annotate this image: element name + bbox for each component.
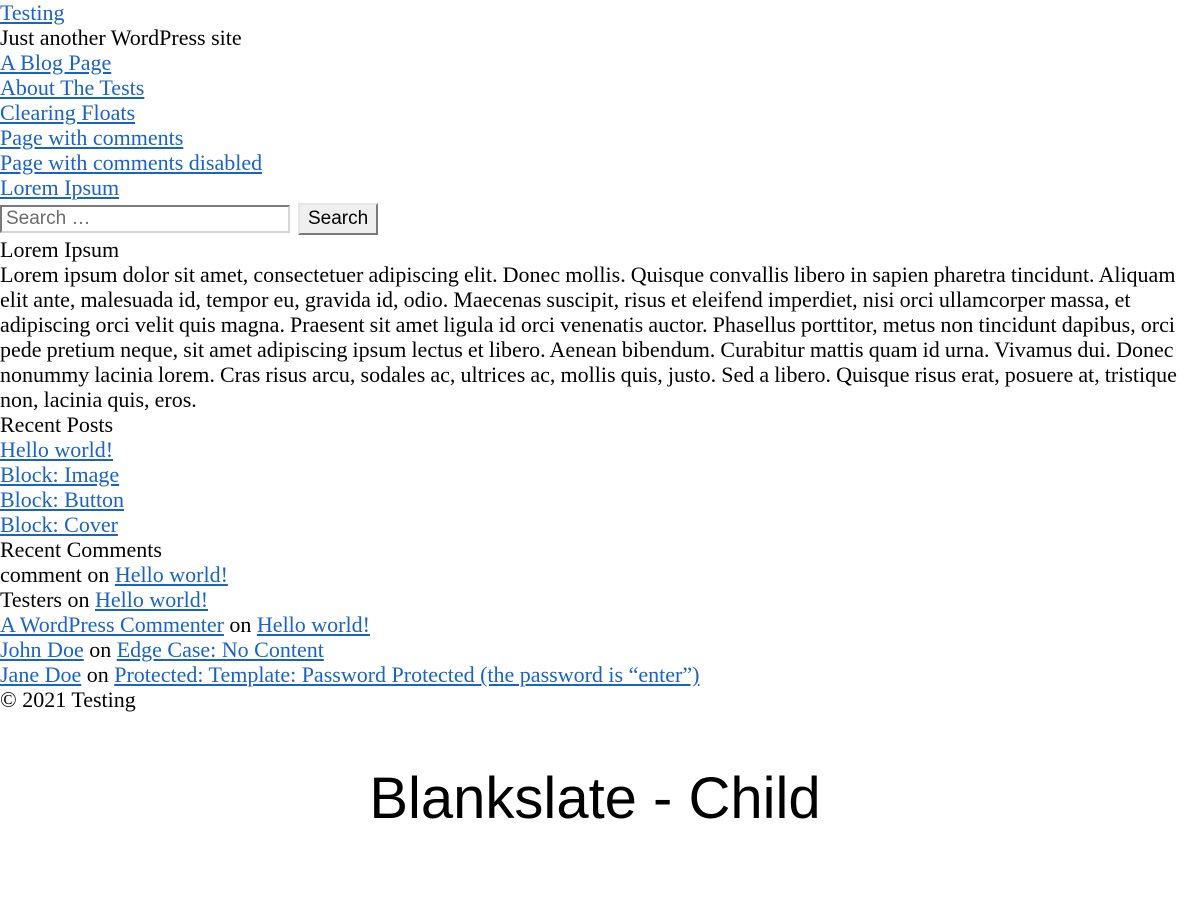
recent-post-link[interactable]: Block: Button bbox=[0, 487, 1200, 512]
comment-author-link[interactable]: John Doe bbox=[0, 637, 84, 662]
search-button[interactable]: Search bbox=[298, 203, 379, 235]
recent-post-link[interactable]: Hello world! bbox=[0, 437, 1200, 462]
comment-connector: on bbox=[86, 662, 109, 687]
page: Testing Just another WordPress site A Bl… bbox=[0, 0, 1200, 831]
recent-comments-widget: Recent Comments comment on Hello world! … bbox=[0, 537, 1200, 687]
footer-copyright: © 2021 Testing bbox=[0, 687, 136, 712]
nav-item-lorem-ipsum[interactable]: Lorem Ipsum bbox=[0, 175, 1200, 200]
comment-author: comment bbox=[0, 562, 82, 587]
site-title-link[interactable]: Testing bbox=[0, 0, 1200, 25]
nav-item-page-with-comments-disabled[interactable]: Page with comments disabled bbox=[0, 150, 1200, 175]
main-nav: A Blog Page About The Tests Clearing Flo… bbox=[0, 50, 1200, 200]
nav-item-page-with-comments[interactable]: Page with comments bbox=[0, 125, 1200, 150]
recent-comment-item: comment on Hello world! bbox=[0, 562, 1200, 587]
theme-label: Blankslate - Child bbox=[369, 766, 821, 831]
recent-posts-title: Recent Posts bbox=[0, 412, 114, 437]
site-tagline: Just another WordPress site bbox=[0, 25, 242, 50]
comment-post-link[interactable]: Edge Case: No Content bbox=[117, 637, 324, 662]
recent-posts-widget: Recent Posts Hello world! Block: Image B… bbox=[0, 412, 1200, 537]
nav-item-blog-page[interactable]: A Blog Page bbox=[0, 50, 1200, 75]
comment-post-link[interactable]: Hello world! bbox=[95, 587, 208, 612]
text-widget-title: Lorem Ipsum bbox=[0, 237, 120, 262]
comment-connector: on bbox=[229, 612, 252, 637]
text-widget: Lorem Ipsum Lorem ipsum dolor sit amet, … bbox=[0, 237, 1200, 412]
comment-connector: on bbox=[87, 562, 110, 587]
recent-post-link[interactable]: Block: Cover bbox=[0, 512, 1200, 537]
recent-comments-title: Recent Comments bbox=[0, 537, 162, 562]
site-footer: © 2021 Testing bbox=[0, 687, 1200, 712]
recent-comment-item: Testers on Hello world! bbox=[0, 587, 1200, 612]
comment-connector: on bbox=[89, 637, 112, 662]
nav-item-clearing-floats[interactable]: Clearing Floats bbox=[0, 100, 1200, 125]
search-input[interactable] bbox=[0, 205, 290, 233]
recent-post-link[interactable]: Block: Image bbox=[0, 462, 1200, 487]
comment-post-link[interactable]: Protected: Template: Password Protected … bbox=[114, 662, 699, 687]
search-form: Search bbox=[0, 201, 1200, 237]
comment-author-link[interactable]: A WordPress Commenter bbox=[0, 612, 224, 637]
recent-comment-item: John Doe on Edge Case: No Content bbox=[0, 637, 1200, 662]
comment-post-link[interactable]: Hello world! bbox=[257, 612, 370, 637]
recent-comment-item: Jane Doe on Protected: Template: Passwor… bbox=[0, 662, 1200, 687]
comment-post-link[interactable]: Hello world! bbox=[115, 562, 228, 587]
recent-comment-item: A WordPress Commenter on Hello world! bbox=[0, 612, 1200, 637]
nav-item-about-the-tests[interactable]: About The Tests bbox=[0, 75, 1200, 100]
comment-author-link[interactable]: Jane Doe bbox=[0, 662, 81, 687]
text-widget-body: Lorem ipsum dolor sit amet, consectetuer… bbox=[0, 262, 1177, 412]
comment-author: Testers bbox=[0, 587, 62, 612]
comment-connector: on bbox=[67, 587, 90, 612]
